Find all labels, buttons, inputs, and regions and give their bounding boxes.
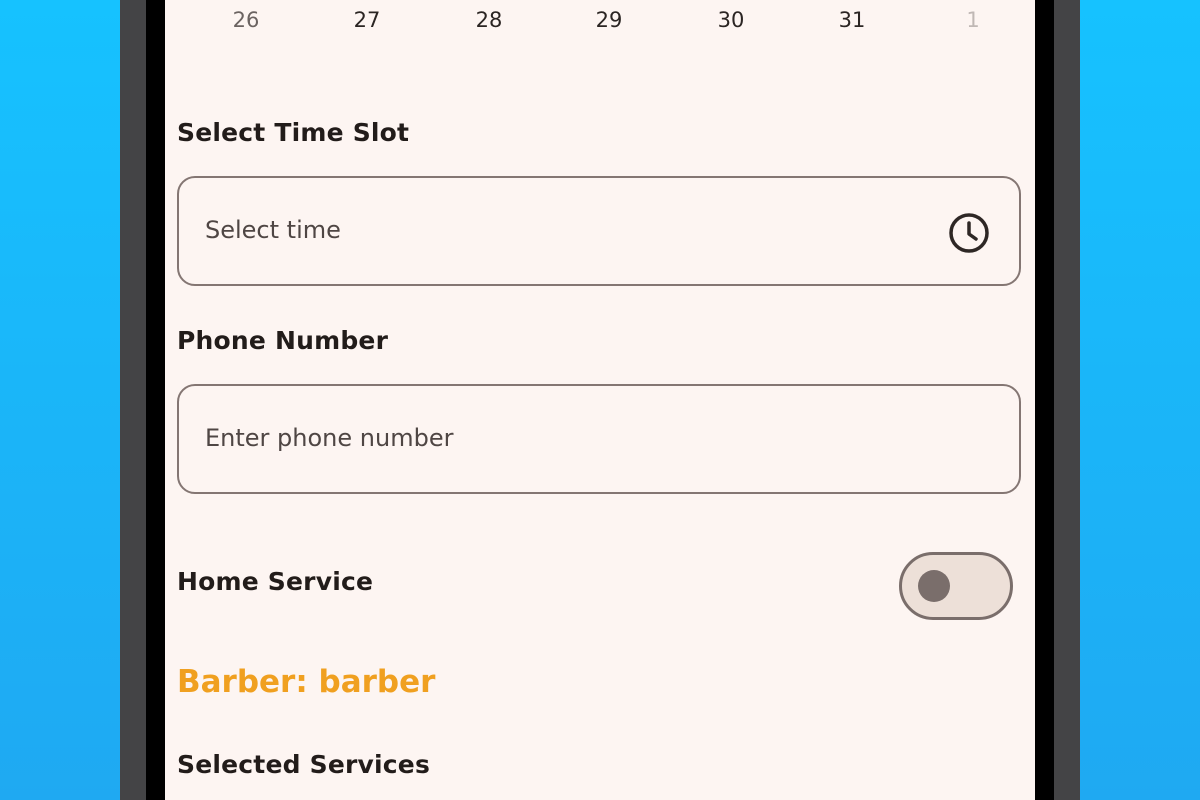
home-service-label: Home Service [177,567,374,596]
calendar-day-30[interactable]: 30 [701,8,761,32]
home-service-toggle[interactable] [899,552,1013,620]
phone-number-field[interactable]: Enter phone number [177,384,1021,494]
toggle-knob [918,570,950,602]
calendar-day-27[interactable]: 27 [337,8,397,32]
calendar-day-1[interactable]: 1 [943,8,1003,32]
selected-services-heading: Selected Services [177,750,431,779]
phone-number-label: Phone Number [177,326,389,355]
calendar-day-28[interactable]: 28 [459,8,519,32]
calendar-day-31[interactable]: 31 [822,8,882,32]
barber-name: Barber: barber [177,664,436,700]
time-slot-placeholder: Select time [205,216,341,244]
time-slot-field[interactable]: Select time [177,176,1021,286]
calendar-date-row: 26 27 28 29 30 31 1 [175,8,1025,38]
clock-icon[interactable] [947,211,991,255]
calendar-day-26[interactable]: 26 [216,8,276,32]
phone-number-placeholder: Enter phone number [205,424,454,452]
time-slot-label: Select Time Slot [177,118,410,147]
booking-screen: 26 27 28 29 30 31 1 Select Time Slot Sel… [165,0,1035,800]
calendar-day-29[interactable]: 29 [579,8,639,32]
